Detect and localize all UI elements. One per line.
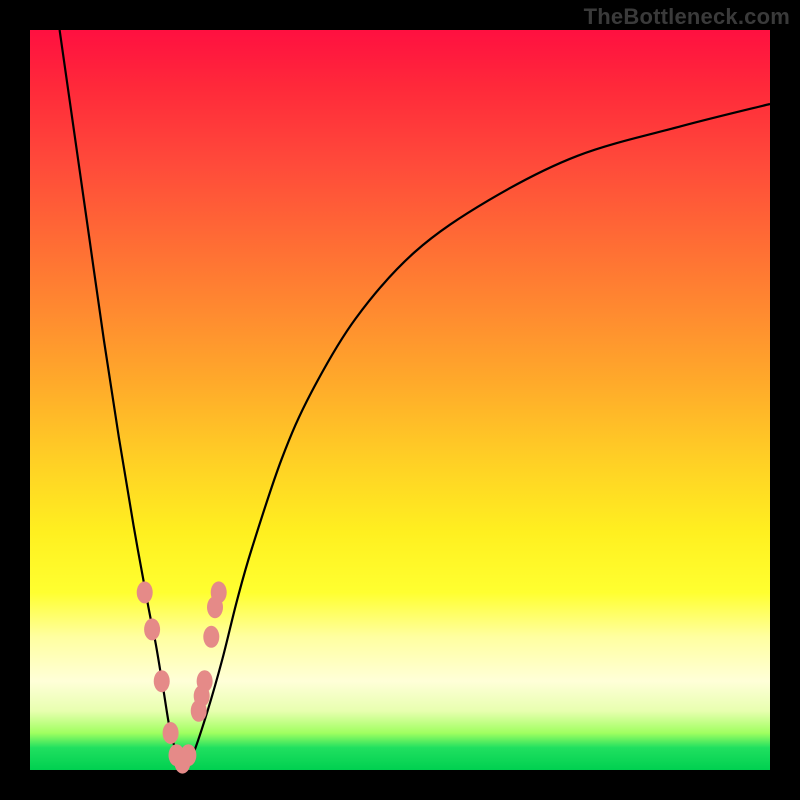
marker-dot (137, 581, 153, 603)
marker-dot (144, 618, 160, 640)
bottleneck-curve (60, 30, 770, 770)
curve-layer (30, 30, 770, 770)
chart-frame: TheBottleneck.com (0, 0, 800, 800)
marker-dot (163, 722, 179, 744)
marker-dot (211, 581, 227, 603)
marker-dot (180, 744, 196, 766)
marker-dot (203, 626, 219, 648)
watermark-text: TheBottleneck.com (584, 4, 790, 30)
marker-dot (154, 670, 170, 692)
marker-group (137, 581, 227, 773)
marker-dot (197, 670, 213, 692)
plot-area (30, 30, 770, 770)
